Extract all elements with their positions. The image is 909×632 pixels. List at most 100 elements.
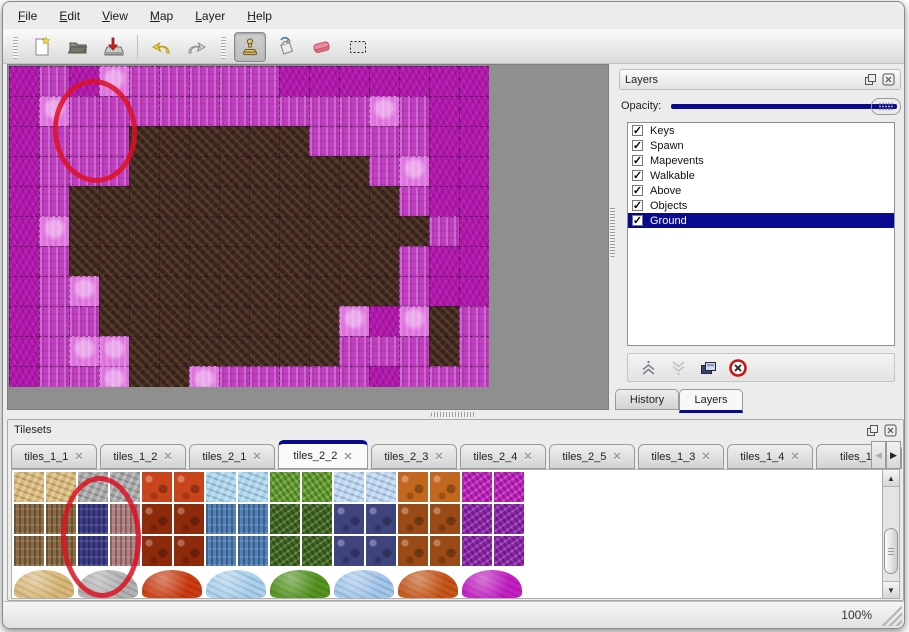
tileset-puff-tile-crystal_puff[interactable] bbox=[334, 570, 394, 598]
layer-visibility-checkbox[interactable]: ✓ bbox=[632, 215, 643, 226]
close-panel-icon[interactable] bbox=[881, 73, 895, 87]
close-tab-icon[interactable]: ✕ bbox=[523, 450, 532, 463]
tileset-tile-fire_dark[interactable] bbox=[174, 504, 204, 534]
tileset-tile-fire[interactable] bbox=[142, 472, 172, 502]
close-tab-icon[interactable]: ✕ bbox=[343, 450, 352, 463]
layer-visibility-checkbox[interactable]: ✓ bbox=[632, 200, 643, 211]
layer-visibility-checkbox[interactable]: ✓ bbox=[632, 185, 643, 196]
tileset-tab-tiles_2_2[interactable]: tiles_2_2✕ bbox=[278, 440, 368, 469]
dock-tab-history[interactable]: History bbox=[615, 389, 679, 410]
float-panel-icon[interactable] bbox=[865, 423, 879, 437]
tileset-tile-coral[interactable] bbox=[398, 472, 428, 502]
tileset-tile-sand[interactable] bbox=[14, 472, 44, 502]
tileset-tab-tiles_1_2[interactable]: tiles_1_2✕ bbox=[100, 444, 186, 469]
tileset-tab-tiles_2_1[interactable]: tiles_2_1✕ bbox=[189, 444, 275, 469]
tileset-tile-bark[interactable] bbox=[46, 536, 76, 566]
delete-layer-button[interactable] bbox=[726, 357, 750, 379]
layer-row-mapevents[interactable]: ✓Mapevents bbox=[628, 153, 894, 168]
tileset-tile-coral_dark[interactable] bbox=[430, 536, 460, 566]
tileset-tile-stone[interactable] bbox=[78, 472, 108, 502]
close-tab-icon[interactable]: ✕ bbox=[701, 450, 710, 463]
tileset-tile-fire_dark[interactable] bbox=[174, 536, 204, 566]
menu-item-view[interactable]: View bbox=[91, 6, 139, 26]
tileset-tab-tiles_2_4[interactable]: tiles_2_4✕ bbox=[460, 444, 546, 469]
scroll-up-button[interactable]: ▲ bbox=[883, 470, 899, 487]
tileset-tile-ice_col[interactable] bbox=[238, 504, 268, 534]
tileset-tab-tiles_1_3[interactable]: tiles_1_3✕ bbox=[638, 444, 724, 469]
layer-visibility-checkbox[interactable]: ✓ bbox=[632, 140, 643, 151]
tileset-tile-navy[interactable] bbox=[78, 536, 108, 566]
tileset-tile-web_dark[interactable] bbox=[494, 504, 524, 534]
tileset-tile-crystal[interactable] bbox=[334, 472, 364, 502]
layer-row-spawn[interactable]: ✓Spawn bbox=[628, 138, 894, 153]
tileset-tile-coral_dark[interactable] bbox=[398, 536, 428, 566]
stamp-button[interactable] bbox=[234, 32, 266, 62]
tileset-puff-tile-sand_puff[interactable] bbox=[14, 570, 74, 598]
menu-item-map[interactable]: Map bbox=[139, 6, 184, 26]
layer-row-ground[interactable]: ✓Ground bbox=[628, 213, 894, 228]
layer-row-objects[interactable]: ✓Objects bbox=[628, 198, 894, 213]
tileset-tile-fire_dark[interactable] bbox=[142, 504, 172, 534]
tileset-tab-tiles_2_5[interactable]: tiles_2_5✕ bbox=[549, 444, 635, 469]
eraser-button[interactable] bbox=[306, 32, 338, 62]
close-tab-icon[interactable]: ✕ bbox=[252, 450, 261, 463]
tileset-tile-bark[interactable] bbox=[14, 504, 44, 534]
scrollbar-thumb[interactable] bbox=[884, 528, 898, 574]
scroll-down-button[interactable]: ▼ bbox=[883, 581, 899, 598]
fill-button[interactable] bbox=[270, 32, 302, 62]
tileset-tile-web[interactable] bbox=[494, 472, 524, 502]
tileset-tile-ice_scale[interactable] bbox=[206, 472, 236, 502]
toolbar-grip[interactable] bbox=[221, 35, 226, 59]
menu-item-file[interactable]: File bbox=[7, 6, 48, 26]
map-canvas[interactable] bbox=[9, 66, 490, 387]
dock-tab-layers[interactable]: Layers bbox=[679, 389, 743, 413]
tileset-tile-ice_scale[interactable] bbox=[238, 472, 268, 502]
tileset-tile-web_dark[interactable] bbox=[494, 536, 524, 566]
tileset-tile-crystal_dark[interactable] bbox=[334, 536, 364, 566]
tileset-tab-tiles_1_4[interactable]: tiles_1_4✕ bbox=[727, 444, 813, 469]
layer-row-walkable[interactable]: ✓Walkable bbox=[628, 168, 894, 183]
tileset-tile-bark[interactable] bbox=[46, 504, 76, 534]
tileset-tile-web[interactable] bbox=[462, 472, 492, 502]
tileset-tile-crystal_dark[interactable] bbox=[366, 504, 396, 534]
tileset-tile-vine_dark[interactable] bbox=[302, 504, 332, 534]
tileset-tile-coral_dark[interactable] bbox=[398, 504, 428, 534]
undo-button[interactable] bbox=[145, 32, 177, 62]
close-panel-icon[interactable] bbox=[883, 423, 897, 437]
tileset-tile-ice_col[interactable] bbox=[206, 504, 236, 534]
save-button[interactable] bbox=[98, 32, 130, 62]
scroll-tabs-left-button[interactable]: ◀ bbox=[871, 441, 886, 469]
tileset-tab-tiles_1_1[interactable]: tiles_1_1✕ bbox=[11, 444, 97, 469]
tileset-puff-tile-stone_puff[interactable] bbox=[78, 570, 138, 598]
tileset-tile-ice_col[interactable] bbox=[206, 536, 236, 566]
tileset-tile-mauve[interactable] bbox=[110, 536, 140, 566]
tileset-tile-fire[interactable] bbox=[174, 472, 204, 502]
tileset-tile-web_dark[interactable] bbox=[462, 504, 492, 534]
opacity-slider[interactable] bbox=[671, 98, 901, 115]
tileset-tile-vine_dark[interactable] bbox=[302, 536, 332, 566]
tileset-tile-crystal[interactable] bbox=[366, 472, 396, 502]
move-layer-up-button[interactable] bbox=[636, 357, 660, 379]
tileset-tile-vine[interactable] bbox=[302, 472, 332, 502]
tileset-puff-tile-fire_puff[interactable] bbox=[142, 570, 202, 598]
scroll-tabs-right-button[interactable]: ▶ bbox=[886, 441, 901, 469]
tileset-tile-web_dark[interactable] bbox=[462, 536, 492, 566]
tileset-tile-sand[interactable] bbox=[46, 472, 76, 502]
select-button[interactable] bbox=[342, 32, 374, 62]
tileset-tile-vine_dark[interactable] bbox=[270, 504, 300, 534]
toolbar-grip[interactable] bbox=[13, 35, 18, 59]
tileset-tile-vine[interactable] bbox=[270, 472, 300, 502]
tileset-scrollbar[interactable]: ▲ ▼ bbox=[882, 469, 900, 599]
opacity-slider-handle[interactable] bbox=[871, 98, 901, 115]
layer-row-keys[interactable]: ✓Keys bbox=[628, 123, 894, 138]
tileset-tile-coral[interactable] bbox=[430, 472, 460, 502]
tileset-tile-crystal_dark[interactable] bbox=[366, 536, 396, 566]
menu-item-layer[interactable]: Layer bbox=[184, 6, 236, 26]
open-button[interactable] bbox=[62, 32, 94, 62]
layer-visibility-checkbox[interactable]: ✓ bbox=[632, 125, 643, 136]
tileset-tile-crystal_dark[interactable] bbox=[334, 504, 364, 534]
layer-visibility-checkbox[interactable]: ✓ bbox=[632, 155, 643, 166]
tileset-puff-tile-coral_puff[interactable] bbox=[398, 570, 458, 598]
tileset-puff-tile-vine_puff[interactable] bbox=[270, 570, 330, 598]
redo-button[interactable] bbox=[181, 32, 213, 62]
